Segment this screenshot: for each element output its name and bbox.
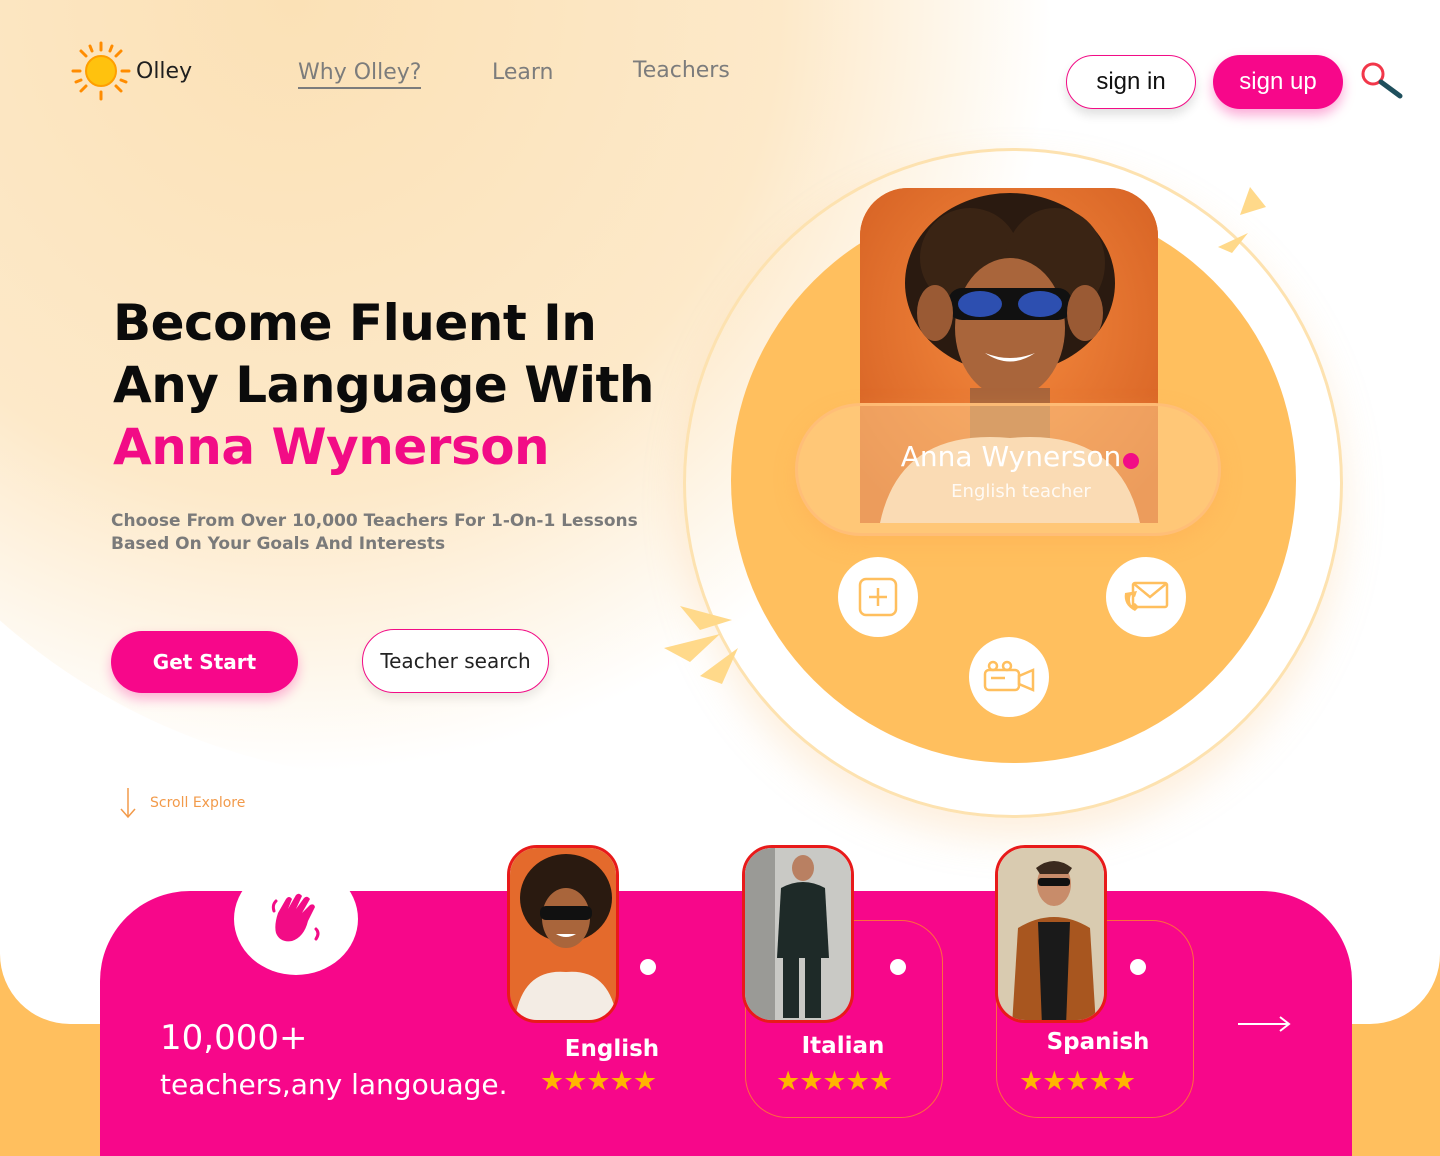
hero-title-accent: Anna Wynerson [113, 418, 550, 476]
video-call-button[interactable] [969, 637, 1049, 717]
status-dot [1130, 959, 1146, 975]
message-button[interactable] [1106, 557, 1186, 637]
teacher-portrait-image [998, 848, 1104, 1020]
language-name: English [564, 1036, 660, 1062]
scroll-explore-label: Scroll Explore [150, 795, 246, 811]
hero-title-line1: Become Fluent In [113, 294, 597, 352]
waving-hand-icon [271, 893, 320, 942]
brand-name: Olley [136, 58, 193, 84]
teacher-count: 10,000+ [160, 1018, 308, 1058]
hero-title-line2: Any Language With [113, 356, 655, 414]
english-teacher-photo [507, 845, 619, 1023]
teacher-count-label: teachers,any langouage. [160, 1068, 508, 1101]
rating-stars: ★★★★★ [776, 1066, 893, 1097]
teacher-portrait-image [745, 848, 851, 1020]
nav-teachers[interactable]: Teachers [633, 58, 730, 83]
teacher-search-button[interactable]: Teacher search [362, 629, 549, 693]
nav-why-olley[interactable]: Why Olley? [298, 60, 422, 89]
sparkle-decor-icon [1218, 187, 1266, 253]
mail-call-icon [1124, 581, 1169, 611]
spanish-teacher-photo [995, 845, 1107, 1023]
nav-learn[interactable]: Learn [492, 60, 554, 85]
teacher-name: Anna Wynerson [900, 440, 1122, 473]
italian-teacher-photo [742, 845, 854, 1023]
rating-stars: ★★★★★ [1019, 1066, 1136, 1097]
add-button[interactable] [838, 557, 918, 637]
hero-title: Become Fluent In Any Language With Anna … [113, 292, 655, 478]
search-icon[interactable] [1358, 60, 1406, 100]
page: Olley Why Olley? Learn Teachers sign in … [0, 0, 1440, 1024]
hero-subtitle: Choose From Over 10,000 Teachers For 1-O… [111, 510, 671, 556]
teacher-portrait-image [510, 848, 616, 1020]
sign-in-button[interactable]: sign in [1066, 55, 1196, 109]
get-start-button[interactable]: Get Start [111, 631, 298, 693]
next-arrow-button[interactable] [1236, 1014, 1292, 1034]
scroll-explore[interactable]: Scroll Explore [118, 786, 245, 820]
add-icon [858, 577, 898, 617]
language-name: Italian [801, 1033, 885, 1059]
sun-logo-icon [71, 41, 131, 101]
status-dot [640, 959, 656, 975]
teacher-name-card[interactable]: Anna Wynerson English teacher [795, 403, 1221, 536]
teacher-role: English teacher [951, 481, 1091, 502]
rating-stars: ★★★★★ [540, 1066, 657, 1097]
video-camera-icon [983, 660, 1035, 692]
arrow-down-icon [120, 788, 136, 819]
sparkle-decor-icon [664, 606, 738, 684]
logo[interactable]: Olley [70, 40, 192, 102]
arrow-right-icon [1238, 1016, 1291, 1032]
sign-up-button[interactable]: sign up [1213, 55, 1343, 109]
hero-subtitle-line2: Based On Your Goals And Interests [111, 534, 446, 554]
online-status-dot [1123, 453, 1139, 469]
status-dot [890, 959, 906, 975]
language-name: Spanish [1046, 1029, 1150, 1055]
wave-badge [234, 863, 358, 975]
hero-subtitle-line1: Choose From Over 10,000 Teachers For 1-O… [111, 511, 638, 531]
